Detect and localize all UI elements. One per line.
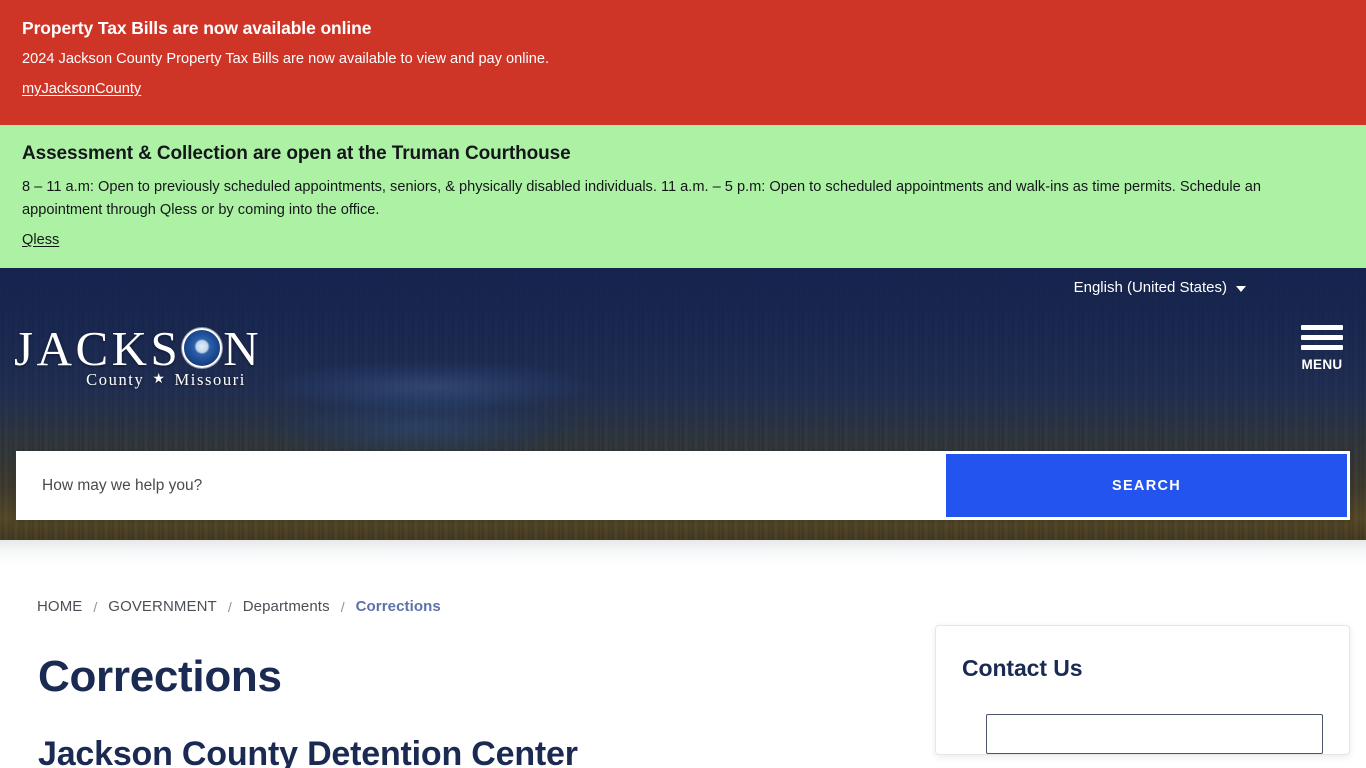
section-title: Jackson County Detention Center <box>38 735 578 768</box>
search-button[interactable]: SEARCH <box>946 454 1347 517</box>
main-column: Corrections Jackson County Detention Cen… <box>38 615 935 768</box>
language-selector[interactable]: English (United States) <box>1072 274 1248 301</box>
menu-button[interactable]: MENU <box>1294 321 1350 374</box>
breadcrumb-separator: / <box>93 598 98 615</box>
alert-body: 2024 Jackson County Property Tax Bills a… <box>22 51 550 67</box>
logo-word-before-seal: JACKS <box>14 321 182 376</box>
breadcrumb-item-corrections: Corrections <box>355 598 441 615</box>
chevron-down-icon <box>1236 285 1246 292</box>
contact-us-card: Contact Us <box>935 625 1350 755</box>
menu-button-label: MENU <box>1301 357 1343 372</box>
site-search: SEARCH <box>16 451 1350 520</box>
contact-us-title: Contact Us <box>962 655 1083 681</box>
hero-bottom-fade <box>0 540 1366 566</box>
contact-us-field[interactable] <box>986 714 1323 754</box>
breadcrumb-item-departments[interactable]: Departments <box>243 598 330 615</box>
alert-link-myjacksoncounty[interactable]: myJacksonCounty <box>22 81 141 97</box>
breadcrumb: HOME / GOVERNMENT / Departments / Correc… <box>16 566 1350 615</box>
jackson-county-seal-icon <box>182 327 223 368</box>
search-input[interactable] <box>16 451 946 520</box>
alert-link-qless[interactable]: Qless <box>22 232 59 248</box>
hamburger-menu-icon-bar-2 <box>1301 335 1343 340</box>
alert-title: Property Tax Bills are now available onl… <box>22 18 372 38</box>
star-icon: ★ <box>152 372 167 387</box>
alert-title: Assessment & Collection are open at the … <box>22 143 571 164</box>
page-content: HOME / GOVERNMENT / Departments / Correc… <box>0 566 1366 768</box>
language-selector-label: English (United States) <box>1073 279 1227 296</box>
hamburger-menu-icon-bar-3 <box>1301 345 1343 350</box>
alert-body: 8 – 11 a.m: Open to previously scheduled… <box>22 178 1261 219</box>
logo-subtitle: County ★ Missouri <box>70 370 262 390</box>
logo-word-after-seal: N <box>223 321 263 376</box>
hero-content: English (United States) JACKS N County ★… <box>0 268 1366 540</box>
sidebar-column: Contact Us <box>935 615 1350 755</box>
alert-banner-property-tax: Property Tax Bills are now available onl… <box>0 0 1366 125</box>
breadcrumb-separator: / <box>340 598 345 615</box>
alert-banner-assessment-collection: Assessment & Collection are open at the … <box>0 125 1366 268</box>
site-header-hero: English (United States) JACKS N County ★… <box>0 268 1366 540</box>
hamburger-menu-icon <box>1301 325 1343 330</box>
breadcrumb-separator: / <box>227 598 232 615</box>
logo-subtitle-missouri: Missouri <box>174 370 246 389</box>
breadcrumb-item-home[interactable]: HOME <box>37 598 82 615</box>
logo-wordmark: JACKS N <box>14 324 262 373</box>
site-logo[interactable]: JACKS N County ★ Missouri <box>14 324 262 390</box>
main-columns: Corrections Jackson County Detention Cen… <box>16 615 1350 768</box>
breadcrumb-item-government[interactable]: GOVERNMENT <box>108 598 217 615</box>
logo-subtitle-county: County <box>86 370 145 389</box>
page-title: Corrections <box>38 652 282 701</box>
